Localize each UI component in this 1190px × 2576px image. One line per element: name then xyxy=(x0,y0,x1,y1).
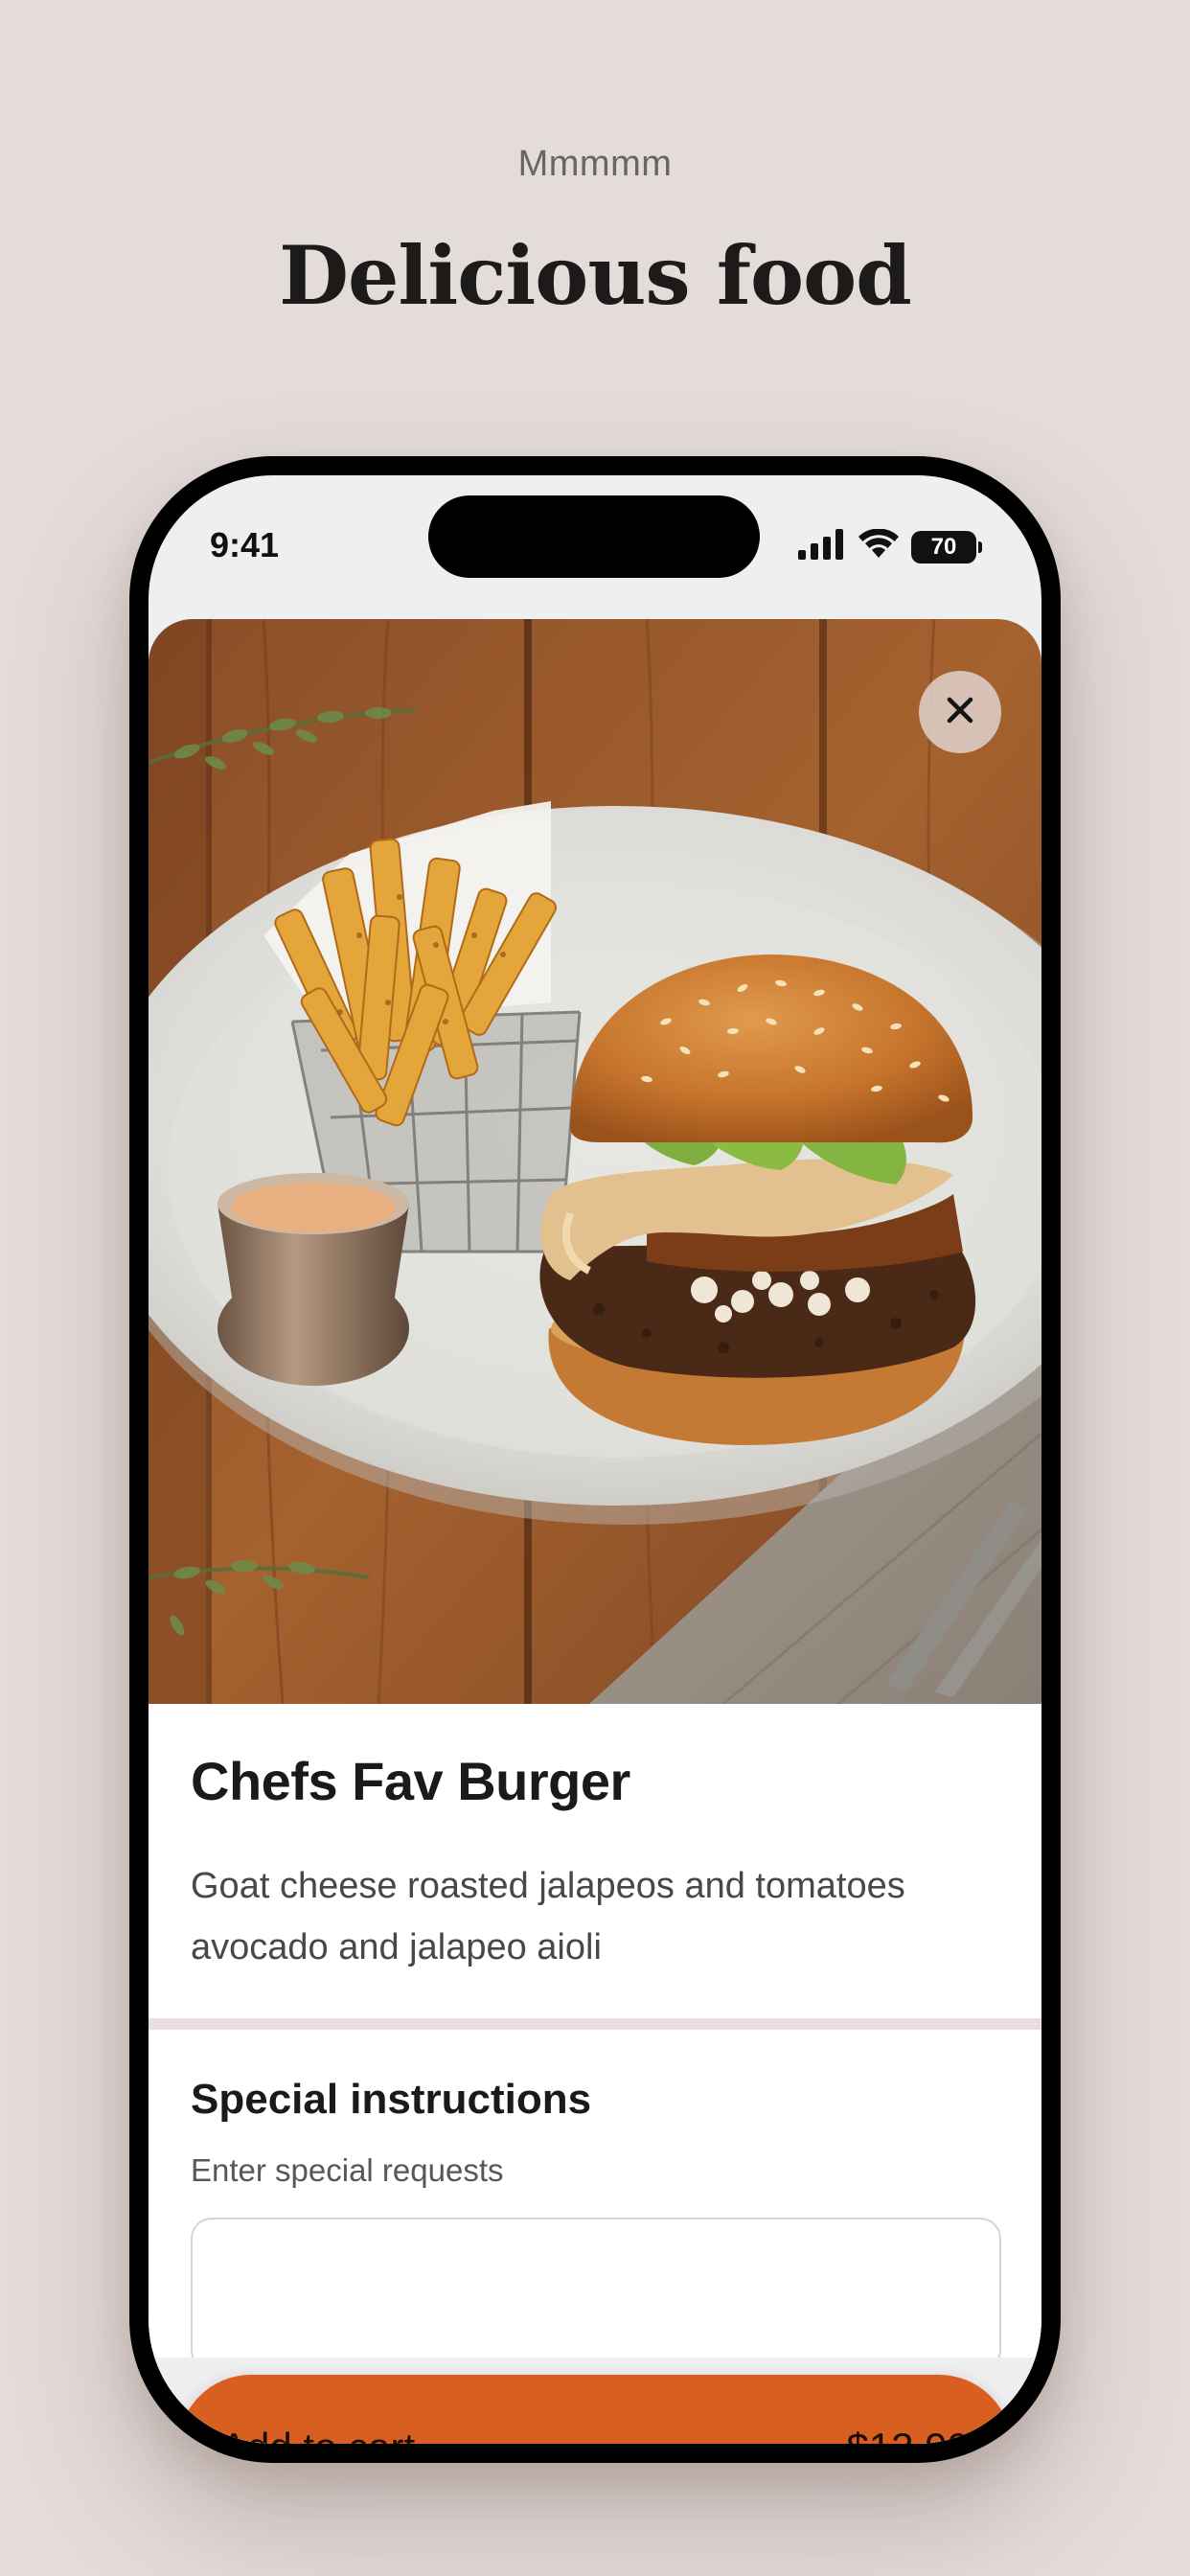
close-icon xyxy=(946,696,974,729)
wifi-icon xyxy=(858,528,900,564)
add-to-cart-button[interactable]: Add to cart $13.99 xyxy=(178,2375,1012,2444)
close-button[interactable] xyxy=(919,671,1001,753)
promo-headline: Delicious food xyxy=(279,228,912,323)
item-description: Goat cheese roasted jalapeos and tomatoe… xyxy=(191,1866,905,1967)
section-divider xyxy=(149,2018,1041,2030)
item-title: Chefs Fav Burger xyxy=(191,1751,630,1811)
status-icons: 70 xyxy=(798,528,982,564)
special-instructions-title: Special instructions xyxy=(191,2076,592,2123)
status-time: 9:41 xyxy=(210,525,280,564)
phone-frame: 9:41 70 Chefs Fav Burger Goat cheese roa… xyxy=(129,456,1061,2463)
burger-and-fries-photo xyxy=(149,619,1041,1704)
item-detail-sheet: Chefs Fav Burger Goat cheese roasted jal… xyxy=(149,619,1041,2444)
battery-icon: 70 xyxy=(911,530,982,564)
dynamic-island xyxy=(428,495,760,578)
special-instructions-subtitle: Enter special requests xyxy=(191,2152,504,2188)
cellular-signal-icon xyxy=(798,529,846,564)
special-instructions-input[interactable] xyxy=(191,2218,1001,2371)
add-to-cart-label: Add to cart xyxy=(220,2425,415,2444)
promo-eyebrow: Mmmmm xyxy=(517,144,673,184)
battery-level: 70 xyxy=(930,533,957,560)
phone-screen: 9:41 70 Chefs Fav Burger Goat cheese roa… xyxy=(149,475,1041,2444)
item-price: $13.99 xyxy=(847,2425,970,2444)
